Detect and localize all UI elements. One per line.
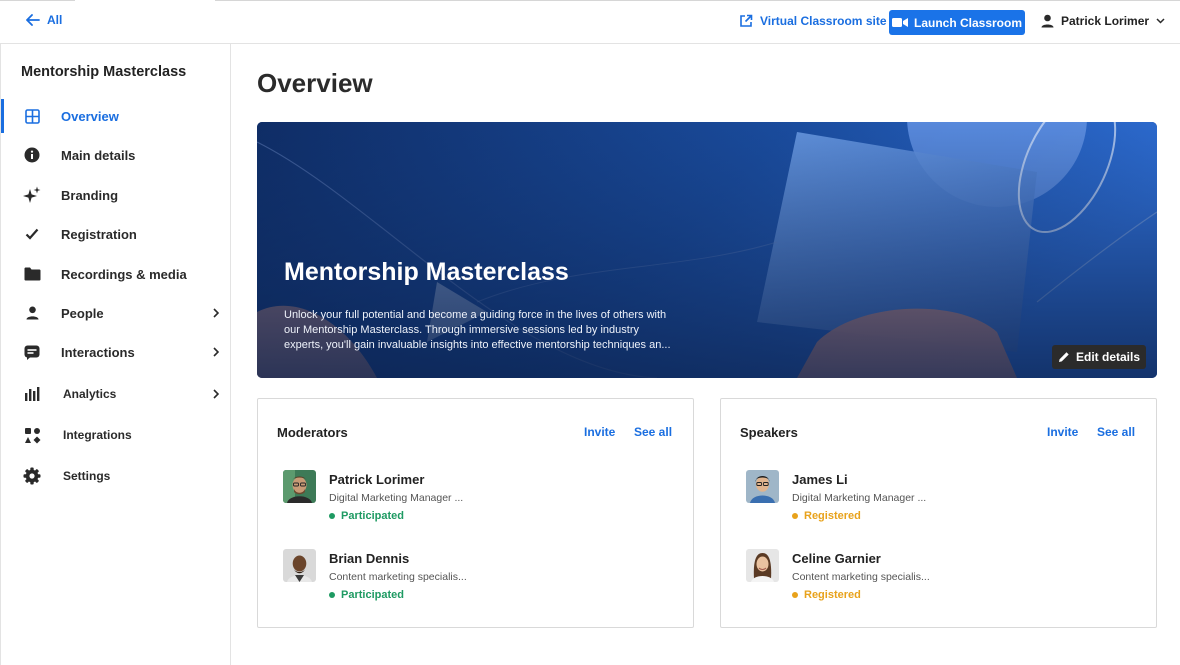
chevron-down-icon bbox=[1156, 18, 1165, 24]
person-role: Content marketing specialis... bbox=[792, 571, 930, 583]
invite-moderators-link[interactable]: Invite bbox=[584, 425, 615, 439]
moderators-card: Moderators Invite See all Patrick Lorime… bbox=[257, 398, 694, 628]
user-name: Patrick Lorimer bbox=[1061, 14, 1150, 28]
external-link-icon bbox=[740, 14, 753, 27]
person-name[interactable]: Celine Garnier bbox=[792, 551, 881, 566]
sidebar-item-main-details[interactable]: Main details bbox=[1, 138, 231, 172]
status-label: Registered bbox=[804, 510, 861, 522]
person-name[interactable]: Brian Dennis bbox=[329, 551, 409, 566]
status-badge: Registered bbox=[792, 589, 861, 601]
chevron-right-icon bbox=[213, 347, 223, 357]
sidebar-item-label: Recordings & media bbox=[61, 266, 187, 282]
sidebar-item-interactions[interactable]: Interactions bbox=[1, 335, 231, 369]
top-bar: All Virtual Classroom site Launch Classr… bbox=[0, 0, 1180, 44]
hero-description-line: our Mentorship Masterclass. Through imme… bbox=[284, 324, 639, 336]
grid-icon bbox=[23, 107, 41, 125]
sidebar-item-label: People bbox=[61, 305, 104, 321]
moderators-card-title: Moderators bbox=[277, 425, 348, 440]
see-all-moderators-link[interactable]: See all bbox=[634, 425, 672, 439]
hero-description-line: experts, you'll gain invaluable insights… bbox=[284, 339, 671, 351]
launch-classroom-button[interactable]: Launch Classroom bbox=[889, 10, 1025, 35]
sidebar-item-label: Main details bbox=[61, 147, 136, 163]
user-menu[interactable]: Patrick Lorimer bbox=[1041, 14, 1165, 28]
status-dot bbox=[792, 513, 798, 519]
chat-icon bbox=[23, 343, 41, 361]
back-link-label: All bbox=[47, 13, 63, 27]
user-icon bbox=[1041, 14, 1054, 28]
sidebar-item-people[interactable]: People bbox=[1, 296, 231, 330]
avatar[interactable] bbox=[283, 549, 316, 582]
chevron-right-icon bbox=[213, 389, 223, 399]
sidebar-item-label: Branding bbox=[61, 187, 119, 203]
status-badge: Participated bbox=[329, 589, 404, 601]
sidebar-item-label: Integrations bbox=[63, 428, 132, 442]
status-dot bbox=[329, 592, 335, 598]
video-camera-icon bbox=[891, 18, 908, 27]
invite-speakers-link[interactable]: Invite bbox=[1047, 425, 1078, 439]
sidebar-item-label: Analytics bbox=[63, 387, 117, 401]
info-icon bbox=[23, 146, 41, 164]
page-title: Overview bbox=[257, 68, 373, 98]
sidebar-item-label: Settings bbox=[63, 469, 111, 483]
moderator-row: Brian Dennis Content marketing specialis… bbox=[283, 549, 663, 609]
sidebar-item-label: Interactions bbox=[61, 344, 135, 360]
speaker-row: Celine Garnier Content marketing special… bbox=[746, 549, 1126, 609]
top-border-gap bbox=[75, 0, 215, 1]
sparkle-icon bbox=[23, 186, 41, 204]
sidebar: Mentorship Masterclass Overview Main det… bbox=[0, 44, 231, 665]
chevron-right-icon bbox=[213, 308, 223, 318]
avatar[interactable] bbox=[283, 470, 316, 503]
launch-classroom-label: Launch Classroom bbox=[913, 15, 1023, 30]
back-to-all-link[interactable]: All bbox=[26, 13, 62, 27]
sidebar-item-registration[interactable]: Registration bbox=[1, 217, 231, 251]
virtual-classroom-label: Virtual Classroom site bbox=[760, 14, 887, 28]
avatar[interactable] bbox=[746, 549, 779, 582]
integrations-icon bbox=[23, 426, 41, 444]
person-role: Content marketing specialis... bbox=[329, 571, 467, 583]
virtual-classroom-link[interactable]: Virtual Classroom site bbox=[739, 14, 887, 28]
pencil-icon bbox=[1058, 352, 1069, 362]
sidebar-item-label: Overview bbox=[61, 108, 119, 124]
hero-event-description: Unlock your full potential and become a … bbox=[284, 308, 694, 353]
status-badge: Participated bbox=[329, 510, 404, 522]
status-label: Participated bbox=[341, 510, 404, 522]
speaker-row: James Li Digital Marketing Manager ... R… bbox=[746, 470, 1126, 530]
status-label: Participated bbox=[341, 589, 404, 601]
event-hero-banner: Mentorship Masterclass Unlock your full … bbox=[257, 122, 1157, 378]
speakers-card-title: Speakers bbox=[740, 425, 798, 440]
hero-description-line: Unlock your full potential and become a … bbox=[284, 309, 667, 321]
sidebar-event-title: Mentorship Masterclass bbox=[21, 64, 187, 80]
arrow-left-icon bbox=[26, 14, 40, 26]
edit-details-label: Edit details bbox=[1075, 350, 1140, 364]
gear-icon bbox=[23, 467, 41, 485]
person-name[interactable]: Patrick Lorimer bbox=[329, 472, 424, 487]
sidebar-item-settings[interactable]: Settings bbox=[1, 459, 231, 493]
sidebar-item-integrations[interactable]: Integrations bbox=[1, 418, 231, 452]
check-icon bbox=[23, 225, 41, 243]
bar-chart-icon bbox=[23, 385, 41, 403]
sidebar-item-analytics[interactable]: Analytics bbox=[1, 377, 231, 411]
folder-icon bbox=[23, 265, 41, 283]
sidebar-item-recordings-media[interactable]: Recordings & media bbox=[1, 257, 231, 291]
status-label: Registered bbox=[804, 589, 861, 601]
sidebar-item-branding[interactable]: Branding bbox=[1, 178, 231, 212]
see-all-speakers-link[interactable]: See all bbox=[1097, 425, 1135, 439]
status-dot bbox=[792, 592, 798, 598]
hero-event-title: Mentorship Masterclass bbox=[284, 258, 569, 286]
person-name[interactable]: James Li bbox=[792, 472, 848, 487]
person-icon bbox=[23, 304, 41, 322]
sidebar-item-overview[interactable]: Overview bbox=[1, 99, 231, 133]
person-role: Digital Marketing Manager ... bbox=[329, 492, 464, 504]
speakers-card: Speakers Invite See all James Li Digital… bbox=[720, 398, 1157, 628]
edit-details-button[interactable]: Edit details bbox=[1052, 345, 1146, 369]
sidebar-item-label: Registration bbox=[61, 226, 137, 242]
status-dot bbox=[329, 513, 335, 519]
status-badge: Registered bbox=[792, 510, 861, 522]
moderator-row: Patrick Lorimer Digital Marketing Manage… bbox=[283, 470, 663, 530]
person-role: Digital Marketing Manager ... bbox=[792, 492, 927, 504]
avatar[interactable] bbox=[746, 470, 779, 503]
